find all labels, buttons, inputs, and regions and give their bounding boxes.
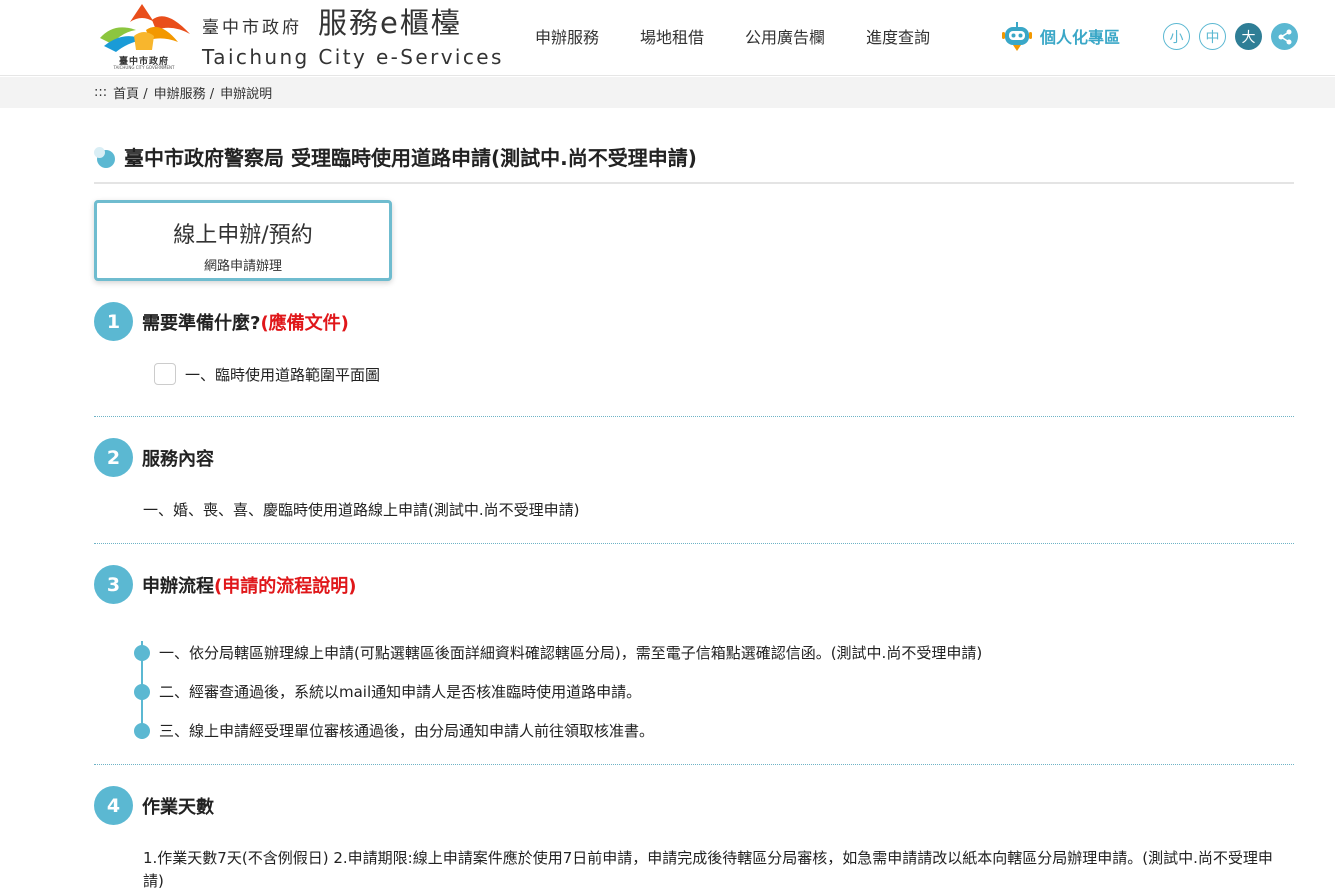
- font-size-large-button[interactable]: 大: [1235, 23, 1262, 50]
- step-dot-icon: [134, 683, 150, 700]
- document-item: 一、臨時使用道路範圍平面圖: [154, 363, 380, 385]
- section-divider: [94, 416, 1294, 417]
- page-title: 臺中市政府警察局 受理臨時使用道路申請(測試中.尚不受理申請): [94, 142, 697, 171]
- step-text: 一、依分局轄區辦理線上申請(可點選轄區後面詳細資料確認轄區分局)，需至電子信箱點…: [159, 644, 983, 662]
- title-divider: [94, 182, 1294, 184]
- section-number: 2: [94, 438, 133, 477]
- online-apply-sublabel: 網路申請辦理: [203, 259, 282, 274]
- step-text: 三、線上申請經受理單位審核通過後，由分局通知申請人前往領取核准書。: [159, 722, 655, 740]
- section-number: 4: [94, 786, 133, 825]
- breadcrumb: ::: 首頁 / 申辦服務 / 申辦說明: [0, 77, 1335, 108]
- service-content-text: 一、婚、喪、喜、慶臨時使用道路線上申請(測試中.尚不受理申請): [143, 501, 580, 519]
- document-checkbox[interactable]: [154, 363, 176, 385]
- font-size-controls: 小 中 大: [1163, 23, 1298, 50]
- robot-icon: [1002, 22, 1032, 51]
- section-number: 3: [94, 565, 133, 604]
- personal-zone-link[interactable]: 個人化專區: [1002, 19, 1120, 53]
- nav-venue-rental[interactable]: 場地租借: [640, 24, 704, 48]
- process-steps: 一、依分局轄區辦理線上申請(可點選轄區後面詳細資料確認轄區分局)，需至電子信箱點…: [134, 633, 1234, 750]
- breadcrumb-apply-services[interactable]: 申辦服務 /: [154, 83, 215, 102]
- breadcrumb-home[interactable]: 首頁 /: [113, 83, 148, 102]
- process-step: 一、依分局轄區辦理線上申請(可點選轄區後面詳細資料確認轄區分局)，需至電子信箱點…: [134, 633, 1234, 672]
- logo-subtext: TAICHUNG CITY GOVERNMENT: [113, 65, 175, 70]
- share-button[interactable]: [1271, 23, 1298, 50]
- font-size-small-button[interactable]: 小: [1163, 23, 1190, 50]
- main-nav: 申辦服務 場地租借 公用廣告欄 進度查詢: [535, 24, 971, 48]
- site-header: 臺中市政府 TAICHUNG CITY GOVERNMENT 臺中市政府 服務e…: [0, 0, 1335, 76]
- document-label: 一、臨時使用道路範圍平面圖: [185, 365, 381, 384]
- breadcrumb-current: 申辦說明: [220, 87, 273, 102]
- nav-progress-query[interactable]: 進度查詢: [866, 24, 930, 48]
- process-step: 二、經審查通過後，系統以mail通知申請人是否核准臨時使用道路申請。: [134, 672, 1234, 711]
- step-dot-icon: [134, 722, 150, 739]
- gov-name: 臺中市政府: [202, 18, 302, 38]
- section-title: 需要準備什麼?(應備文件): [142, 312, 349, 334]
- section-title: 作業天數: [142, 796, 214, 818]
- breadcrumb-prefix: :::: [94, 85, 108, 100]
- section-divider: [94, 543, 1294, 544]
- section-processing-days: 4 作業天數: [94, 786, 214, 825]
- step-text: 二、經審查通過後，系統以mail通知申請人是否核准臨時使用道路申請。: [159, 683, 642, 701]
- title-bullet-icon: [94, 145, 118, 169]
- nav-apply-services[interactable]: 申辦服務: [535, 24, 599, 48]
- font-size-medium-button[interactable]: 中: [1199, 23, 1226, 50]
- share-icon: [1278, 29, 1291, 44]
- site-title[interactable]: 服務e櫃檯: [318, 0, 462, 42]
- section-service-content: 2 服務內容: [94, 438, 214, 477]
- brand: 臺中市政府 服務e櫃檯: [202, 4, 462, 42]
- online-apply-button[interactable]: 線上申辦/預約 網路申請辦理: [94, 200, 392, 281]
- site-title-en: Taichung City e-Services: [202, 45, 504, 69]
- section-divider: [94, 764, 1294, 765]
- processing-days-text: 1.作業天數7天(不含例假日) 2.申請期限:線上申請案件應於使用7日前申請，申…: [143, 849, 1273, 890]
- online-apply-label: 線上申辦/預約: [173, 223, 313, 248]
- process-step: 三、線上申請經受理單位審核通過後，由分局通知申請人前往領取核准書。: [134, 711, 1234, 750]
- section-required-documents: 1 需要準備什麼?(應備文件): [94, 302, 349, 341]
- section-title: 申辦流程(申請的流程說明): [142, 575, 357, 597]
- section-number: 1: [94, 302, 133, 341]
- page-title-text: 臺中市政府警察局 受理臨時使用道路申請(測試中.尚不受理申請): [124, 146, 697, 170]
- step-dot-icon: [134, 644, 150, 661]
- section-title: 服務內容: [142, 448, 214, 470]
- section-application-process: 3 申辦流程(申請的流程說明): [94, 565, 356, 604]
- personal-zone-label: 個人化專區: [1040, 28, 1121, 47]
- nav-public-ads[interactable]: 公用廣告欄: [745, 24, 825, 48]
